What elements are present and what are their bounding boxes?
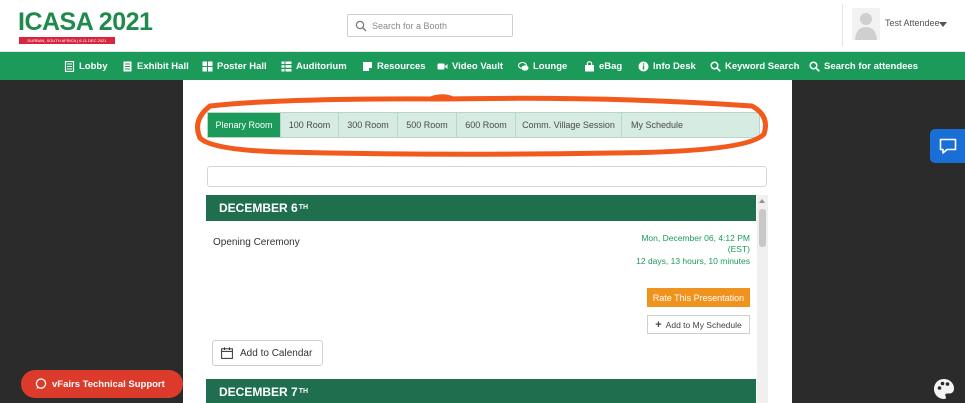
session-datetime: Mon, December 06, 4:12 PM (EST) xyxy=(560,233,750,255)
add-to-calendar-label: Add to Calendar xyxy=(240,347,313,359)
chat-button[interactable] xyxy=(930,129,965,163)
calendar-icon xyxy=(221,347,233,359)
nav-label: Lounge xyxy=(533,60,568,72)
booth-search-input[interactable] xyxy=(372,17,507,34)
nav-item-keyword-search[interactable]: Keyword Search xyxy=(710,52,799,80)
session-countdown: 12 days, 13 hours, 10 minutes xyxy=(636,256,750,266)
support-label: vFairs Technical Support xyxy=(52,378,165,390)
rate-presentation-button[interactable]: Rate This Presentation xyxy=(647,288,750,307)
chat-bubbles-icon xyxy=(518,61,529,71)
nav-item-info-desk[interactable]: Info Desk xyxy=(638,52,696,80)
poster-hall-icon xyxy=(202,61,213,71)
tab-my-schedule[interactable]: My Schedule xyxy=(622,113,692,137)
auditorium-icon xyxy=(281,61,292,71)
scroll-up-arrow-icon[interactable] xyxy=(759,199,765,203)
scroll-thumb[interactable] xyxy=(759,209,766,247)
nav-item-resources[interactable]: Resources xyxy=(362,52,426,80)
plus-icon: + xyxy=(655,318,662,331)
video-camera-icon xyxy=(437,63,448,69)
day-suffix: TH xyxy=(298,203,309,211)
day-header: DECEMBER 6 TH xyxy=(206,195,756,221)
booth-search[interactable] xyxy=(347,14,513,37)
nav-item-lounge[interactable]: Lounge xyxy=(518,52,567,80)
nav-item-lobby[interactable]: Lobby xyxy=(64,52,108,80)
avatar xyxy=(852,8,880,40)
nav-label: Exhibit Hall xyxy=(137,60,189,72)
message-icon xyxy=(939,138,956,154)
logo-subtitle: DURBAN, SOUTH AFRICA | 6-11 DEC 2021 xyxy=(19,37,115,44)
user-name: Test Attendee xyxy=(885,18,940,28)
tab-500-room[interactable]: 500 Room xyxy=(398,113,457,137)
nav-label: Info Desk xyxy=(653,60,696,72)
nav-label: Poster Hall xyxy=(217,60,267,72)
exhibit-hall-icon xyxy=(123,61,132,71)
day-header: DECEMBER 7 TH xyxy=(206,379,756,403)
technical-support-button[interactable]: vFairs Technical Support xyxy=(21,370,183,398)
tab-100-room[interactable]: 100 Room xyxy=(281,113,339,137)
icasa-logo[interactable]: ICASA 2021 DURBAN, SOUTH AFRICA | 6-11 D… xyxy=(18,8,153,44)
user-menu[interactable]: Test Attendee xyxy=(842,4,954,46)
scrollbar[interactable] xyxy=(757,195,768,403)
add-to-schedule-label: Add to My Schedule xyxy=(665,319,742,330)
search-icon xyxy=(355,20,367,32)
search-icon xyxy=(809,60,820,72)
day-title: DECEMBER 6 xyxy=(219,201,298,215)
tab-comm-village-session[interactable]: Comm. Village Session xyxy=(516,113,622,137)
nav-label: Keyword Search xyxy=(725,60,800,72)
chat-bubble-icon xyxy=(35,378,47,389)
session-timezone: (EST) xyxy=(727,244,750,254)
info-icon xyxy=(638,61,649,71)
tab-300-room[interactable]: 300 Room xyxy=(339,113,398,137)
tab-600-room[interactable]: 600 Room xyxy=(457,113,516,137)
nav-item-ebag[interactable]: eBag xyxy=(584,52,622,80)
main-nav: Lobby Exhibit Hall Poster Hall Auditoriu… xyxy=(0,52,965,80)
nav-label: Video Vault xyxy=(452,60,504,72)
top-header: ICASA 2021 DURBAN, SOUTH AFRICA | 6-11 D… xyxy=(0,0,965,52)
tab-plenary-room[interactable]: Plenary Room xyxy=(208,113,281,137)
logo-title: ICASA 2021 xyxy=(18,8,153,36)
nav-label: Search for attendees xyxy=(824,60,918,72)
nav-item-video-vault[interactable]: Video Vault xyxy=(437,52,503,80)
nav-label: Auditorium xyxy=(296,60,347,72)
add-to-calendar-button[interactable]: Add to Calendar xyxy=(212,340,323,366)
day-title: DECEMBER 7 xyxy=(219,385,298,399)
nav-item-exhibit-hall[interactable]: Exhibit Hall xyxy=(122,52,189,80)
session-title: Opening Ceremony xyxy=(213,237,300,248)
session-date: Mon, December 06, 4:12 PM xyxy=(641,233,750,243)
room-tabs: Plenary Room 100 Room 300 Room 500 Room … xyxy=(207,112,760,138)
add-to-schedule-button[interactable]: + Add to My Schedule xyxy=(647,315,750,334)
left-dark-panel xyxy=(0,80,183,403)
nav-label: eBag xyxy=(599,60,623,72)
resources-icon xyxy=(363,61,372,71)
chevron-down-icon[interactable] xyxy=(939,22,947,27)
nav-label: Lobby xyxy=(79,60,108,72)
palette-icon[interactable] xyxy=(931,376,957,402)
search-icon xyxy=(710,60,721,72)
nav-item-search-attendees[interactable]: Search for attendees xyxy=(809,52,918,80)
lobby-icon xyxy=(64,60,75,72)
nav-item-poster-hall[interactable]: Poster Hall xyxy=(202,52,267,80)
shopping-bag-icon xyxy=(585,60,594,71)
nav-label: Resources xyxy=(377,60,426,72)
nav-item-auditorium[interactable]: Auditorium xyxy=(281,52,347,80)
filter-input[interactable] xyxy=(207,166,767,187)
day-suffix: TH xyxy=(298,387,309,395)
